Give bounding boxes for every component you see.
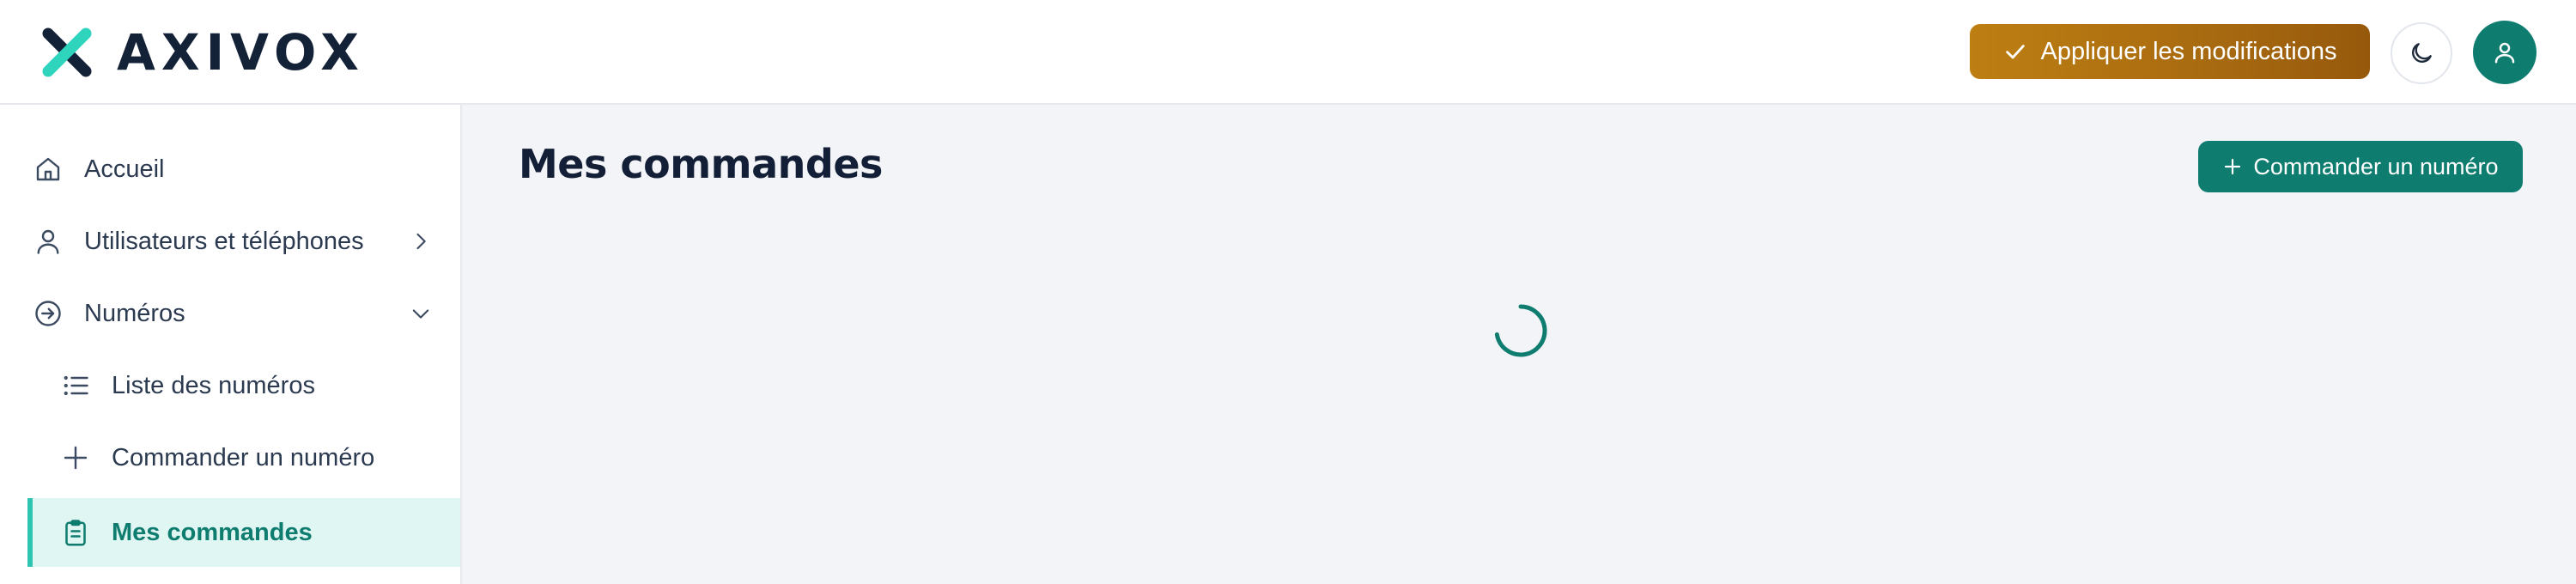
apply-changes-label: Appliquer les modifications xyxy=(2040,37,2337,65)
top-header: AXIVOX Appliquer les modifications xyxy=(0,0,2576,105)
order-number-button[interactable]: Commander un numéro xyxy=(2198,141,2523,192)
sidebar: Accueil Utilisateurs et téléphones Numér… xyxy=(0,105,462,584)
user-icon xyxy=(33,226,64,257)
loading-spinner-icon xyxy=(1494,304,1547,357)
apply-changes-button[interactable]: Appliquer les modifications xyxy=(1970,24,2370,79)
home-icon xyxy=(33,154,64,185)
sidebar-item-label: Accueil xyxy=(84,155,165,183)
plus-icon xyxy=(2225,158,2241,175)
chevron-right-icon[interactable] xyxy=(409,229,433,253)
sidebar-item-liste-numeros[interactable]: Liste des numéros xyxy=(0,351,460,420)
plus-icon xyxy=(60,442,91,473)
sidebar-item-label: Commander un numéro xyxy=(112,443,375,471)
sidebar-item-label: Numéros xyxy=(84,299,185,327)
sidebar-item-commander-numero[interactable]: Commander un numéro xyxy=(0,423,460,492)
brand-name: AXIVOX xyxy=(117,23,366,82)
sidebar-item-label: Liste des numéros xyxy=(112,371,315,399)
sidebar-item-mes-commandes[interactable]: Mes commandes xyxy=(27,498,460,567)
sidebar-item-label: Utilisateurs et téléphones xyxy=(84,227,364,255)
sidebar-item-utilisateurs[interactable]: Utilisateurs et téléphones xyxy=(0,207,460,276)
clipboard-icon xyxy=(60,517,91,548)
arrow-circle-right-icon xyxy=(33,298,64,329)
axivox-logo-icon xyxy=(42,27,92,77)
user-icon xyxy=(2494,42,2515,64)
moon-icon xyxy=(2412,43,2432,63)
theme-toggle-button[interactable] xyxy=(2391,22,2452,84)
user-menu-button[interactable] xyxy=(2473,21,2537,84)
page-title: Mes commandes xyxy=(519,141,883,187)
sidebar-item-accueil[interactable]: Accueil xyxy=(0,135,460,204)
check-icon xyxy=(2005,45,2025,59)
brand-logo[interactable]: AXIVOX xyxy=(39,26,365,79)
sidebar-item-numeros[interactable]: Numéros xyxy=(0,279,460,348)
chevron-down-icon[interactable] xyxy=(409,301,433,325)
order-number-label: Commander un numéro xyxy=(2253,153,2499,179)
list-icon xyxy=(60,370,91,401)
sidebar-item-label: Mes commandes xyxy=(112,518,313,546)
